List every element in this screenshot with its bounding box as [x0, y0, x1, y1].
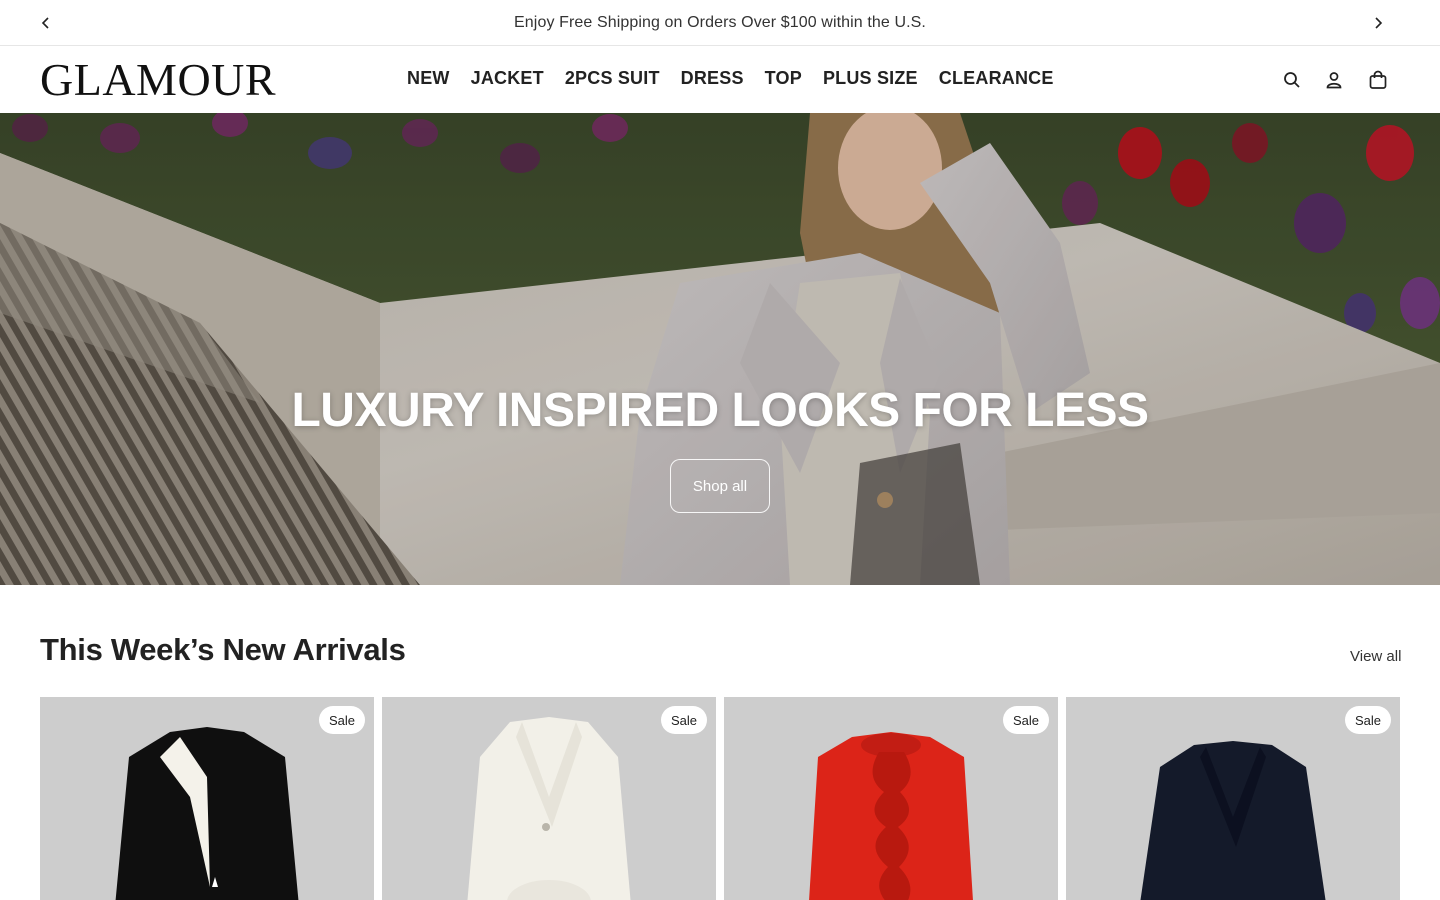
logo[interactable]: GLAMOUR: [40, 55, 276, 105]
hero-image: [0, 113, 1440, 585]
announcement-bar: Enjoy Free Shipping on Orders Over $100 …: [0, 0, 1440, 46]
hero-banner: LUXURY INSPIRED LOOKS FOR LESS Shop all: [0, 113, 1440, 585]
view-all-link[interactable]: View all: [1350, 648, 1401, 665]
nav-item-plus-size[interactable]: PLUS SIZE: [823, 68, 918, 89]
section-title: This Week’s New Arrivals: [40, 632, 406, 667]
account-icon[interactable]: [1322, 68, 1346, 92]
search-icon[interactable]: [1280, 68, 1304, 92]
site-header: GLAMOUR NEW JACKET 2PCS SUIT DRESS TOP P…: [0, 47, 1440, 113]
cart-icon[interactable]: [1366, 68, 1390, 92]
chevron-right-icon[interactable]: [1366, 11, 1390, 35]
product-card[interactable]: Sale: [40, 697, 374, 900]
sale-badge: Sale: [1002, 706, 1049, 734]
hero-title: LUXURY INSPIRED LOOKS FOR LESS: [291, 384, 1149, 437]
product-card[interactable]: Sale: [1066, 697, 1400, 900]
main-nav: NEW JACKET 2PCS SUIT DRESS TOP PLUS SIZE…: [407, 68, 1075, 89]
product-card[interactable]: Sale: [382, 697, 716, 900]
announcement-text: Enjoy Free Shipping on Orders Over $100 …: [514, 13, 926, 31]
sale-badge: Sale: [1344, 706, 1391, 734]
nav-item-new[interactable]: NEW: [407, 68, 450, 89]
nav-item-clearance[interactable]: CLEARANCE: [939, 68, 1054, 89]
product-card[interactable]: Sale: [724, 697, 1058, 900]
shop-all-button[interactable]: Shop all: [670, 459, 770, 513]
chevron-left-icon[interactable]: [34, 11, 58, 35]
nav-item-top[interactable]: TOP: [765, 68, 802, 89]
nav-item-dress[interactable]: DRESS: [681, 68, 744, 89]
sale-badge: Sale: [660, 706, 707, 734]
nav-item-2pcs-suit[interactable]: 2PCS SUIT: [565, 68, 660, 89]
sale-badge: Sale: [318, 706, 365, 734]
nav-item-jacket[interactable]: JACKET: [471, 68, 544, 89]
